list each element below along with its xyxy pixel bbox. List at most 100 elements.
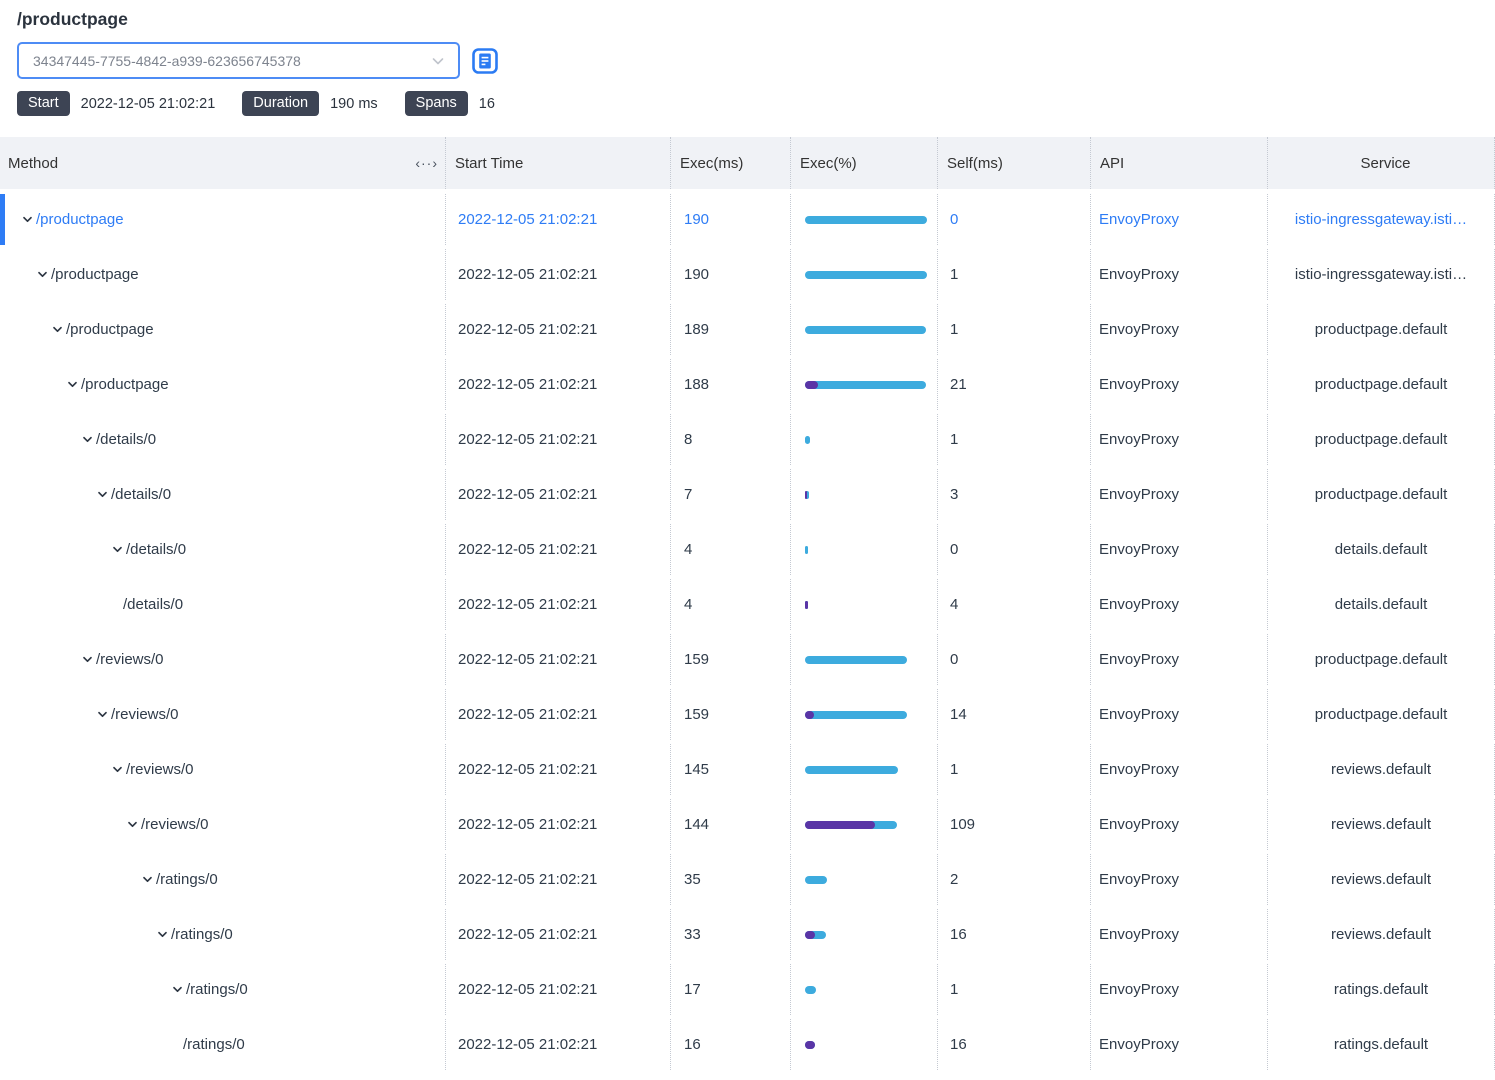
table-row[interactable]: /reviews/0 2022-12-05 21:02:21 145 1 Env… [0, 744, 1495, 795]
api-cell: EnvoyProxy [1090, 304, 1267, 355]
exec-ms-cell: 7 [670, 469, 790, 520]
exec-ms-value: 159 [684, 706, 709, 723]
start-time-cell: 2022-12-05 21:02:21 [445, 359, 670, 410]
exec-bar [805, 711, 907, 719]
service-value: productpage.default [1315, 431, 1448, 448]
self-ms-value: 1 [950, 321, 958, 338]
table-row[interactable]: /productpage 2022-12-05 21:02:21 190 0 E… [0, 194, 1495, 245]
service-cell: details.default [1267, 524, 1495, 575]
self-ms-cell: 21 [937, 359, 1090, 410]
self-ms-value: 1 [950, 266, 958, 283]
chevron-down-icon[interactable] [96, 488, 109, 501]
service-value: productpage.default [1315, 321, 1448, 338]
exec-pct-cell [790, 304, 937, 355]
start-time-value: 2022-12-05 21:02:21 [458, 981, 597, 998]
exec-ms-value: 4 [684, 596, 692, 613]
table-row[interactable]: /details/0 2022-12-05 21:02:21 4 4 Envoy… [0, 579, 1495, 630]
column-resize-icon[interactable]: ‹··› [415, 155, 438, 171]
column-header-exec-pct: Exec(%) [790, 137, 937, 189]
table-row[interactable]: /details/0 2022-12-05 21:02:21 7 3 Envoy… [0, 469, 1495, 520]
api-value: EnvoyProxy [1099, 816, 1179, 833]
exec-ms-value: 8 [684, 431, 692, 448]
exec-ms-value: 189 [684, 321, 709, 338]
service-cell: istio-ingressgateway.isti… [1267, 249, 1495, 300]
exec-pct-cell [790, 359, 937, 410]
chevron-down-icon[interactable] [126, 818, 139, 831]
span-table-body: /productpage 2022-12-05 21:02:21 190 0 E… [0, 194, 1495, 1070]
trace-id-select[interactable]: 34347445-7755-4842-a939-623656745378 [17, 42, 460, 79]
start-time-value: 2022-12-05 21:02:21 [458, 211, 597, 228]
trace-id-value: 34347445-7755-4842-a939-623656745378 [33, 53, 301, 69]
start-time-cell: 2022-12-05 21:02:21 [445, 964, 670, 1015]
api-value: EnvoyProxy [1099, 981, 1179, 998]
method-cell: /details/0 [0, 524, 445, 575]
chevron-down-icon[interactable] [156, 928, 169, 941]
exec-pct-cell [790, 469, 937, 520]
column-header-start-time: Start Time [445, 137, 670, 189]
chevron-down-icon[interactable] [51, 323, 64, 336]
chevron-down-icon[interactable] [96, 708, 109, 721]
table-row[interactable]: /ratings/0 2022-12-05 21:02:21 33 16 Env… [0, 909, 1495, 960]
chevron-down-icon[interactable] [21, 213, 34, 226]
start-time-value: 2022-12-05 21:02:21 [458, 596, 597, 613]
exec-ms-cell: 4 [670, 579, 790, 630]
exec-ms-cell: 16 [670, 1019, 790, 1070]
table-row[interactable]: /productpage 2022-12-05 21:02:21 190 1 E… [0, 249, 1495, 300]
table-row[interactable]: /ratings/0 2022-12-05 21:02:21 16 16 Env… [0, 1019, 1495, 1070]
column-header-service: Service [1267, 137, 1495, 189]
chevron-down-icon[interactable] [66, 378, 79, 391]
table-row[interactable]: /reviews/0 2022-12-05 21:02:21 159 14 En… [0, 689, 1495, 740]
self-ms-value: 109 [950, 816, 975, 833]
exec-ms-value: 145 [684, 761, 709, 778]
exec-ms-value: 16 [684, 1036, 701, 1053]
chevron-down-icon[interactable] [141, 873, 154, 886]
exec-pct-cell [790, 854, 937, 905]
table-row[interactable]: /productpage 2022-12-05 21:02:21 189 1 E… [0, 304, 1495, 355]
table-row[interactable]: /reviews/0 2022-12-05 21:02:21 144 109 E… [0, 799, 1495, 850]
table-row[interactable]: /reviews/0 2022-12-05 21:02:21 159 0 Env… [0, 634, 1495, 685]
chevron-down-icon[interactable] [36, 268, 49, 281]
start-time-value: 2022-12-05 21:02:21 [458, 871, 597, 888]
service-value: reviews.default [1331, 926, 1431, 943]
api-value: EnvoyProxy [1099, 651, 1179, 668]
api-value: EnvoyProxy [1099, 706, 1179, 723]
chevron-down-icon[interactable] [81, 433, 94, 446]
method-label: /productpage [66, 321, 154, 338]
self-ms-cell: 4 [937, 579, 1090, 630]
exec-bar [805, 766, 898, 774]
table-row[interactable]: /productpage 2022-12-05 21:02:21 188 21 … [0, 359, 1495, 410]
chevron-down-icon[interactable] [171, 983, 184, 996]
spans-value: 16 [479, 96, 495, 112]
exec-ms-value: 33 [684, 926, 701, 943]
table-row[interactable]: /ratings/0 2022-12-05 21:02:21 35 2 Envo… [0, 854, 1495, 905]
duration-value: 190 ms [330, 96, 378, 112]
start-time-cell: 2022-12-05 21:02:21 [445, 469, 670, 520]
exec-pct-cell [790, 744, 937, 795]
api-cell: EnvoyProxy [1090, 359, 1267, 410]
exec-ms-value: 17 [684, 981, 701, 998]
table-row[interactable]: /details/0 2022-12-05 21:02:21 4 0 Envoy… [0, 524, 1495, 575]
api-cell: EnvoyProxy [1090, 964, 1267, 1015]
exec-ms-cell: 188 [670, 359, 790, 410]
span-table: Method ‹··› Start Time Exec(ms) Exec(%) … [0, 137, 1495, 1070]
method-cell: /details/0 [0, 469, 445, 520]
copy-trace-id-button[interactable] [472, 48, 498, 74]
method-label: /details/0 [96, 431, 156, 448]
service-value: details.default [1335, 596, 1428, 613]
table-row[interactable]: /details/0 2022-12-05 21:02:21 8 1 Envoy… [0, 414, 1495, 465]
exec-bar [805, 546, 808, 554]
method-cell: /productpage [0, 249, 445, 300]
exec-pct-cell [790, 249, 937, 300]
start-time-value: 2022-12-05 21:02:21 [458, 541, 597, 558]
self-bar [805, 711, 814, 719]
service-value: productpage.default [1315, 651, 1448, 668]
chevron-down-icon[interactable] [111, 543, 124, 556]
self-ms-cell: 1 [937, 744, 1090, 795]
table-row[interactable]: /ratings/0 2022-12-05 21:02:21 17 1 Envo… [0, 964, 1495, 1015]
exec-bar [805, 381, 926, 389]
self-ms-value: 1 [950, 981, 958, 998]
chevron-down-icon[interactable] [111, 763, 124, 776]
chevron-down-icon[interactable] [81, 653, 94, 666]
exec-ms-cell: 144 [670, 799, 790, 850]
copy-icon [472, 48, 498, 74]
